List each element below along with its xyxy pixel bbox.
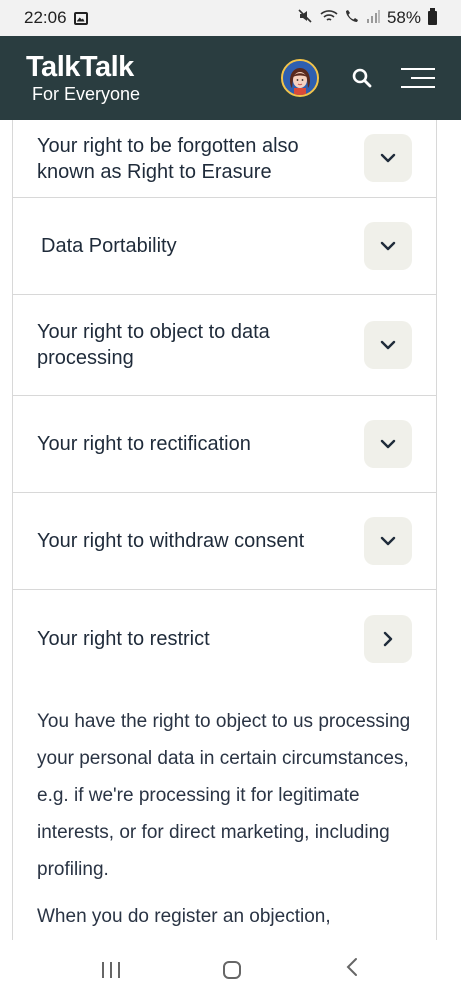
accordion-item-object-to-processing[interactable]: Your right to object to data processing [13, 295, 436, 396]
mute-icon [297, 8, 313, 28]
menu-line-icon [401, 86, 435, 88]
accordion-item-right-to-restrict[interactable]: Your right to restrict [13, 590, 436, 687]
recents-bar-icon [117, 961, 120, 978]
status-left: 22:06 [24, 8, 88, 28]
recents-bar-icon [101, 961, 104, 978]
chevron-down-icon [380, 439, 396, 449]
accordion-title: Your right to withdraw consent [37, 530, 305, 552]
chevron-down-icon [380, 340, 396, 350]
gallery-notification-icon [73, 11, 88, 25]
hamburger-menu-button[interactable] [401, 65, 435, 91]
accordion-title: Data Portability [41, 235, 177, 257]
menu-line-icon [401, 68, 435, 70]
recents-bar-icon [109, 961, 112, 978]
expand-button[interactable] [364, 614, 412, 663]
logo-wordmark: TalkTalk [26, 51, 134, 83]
accordion-title: Your right to restrict [37, 627, 210, 650]
expand-button[interactable] [364, 321, 412, 369]
body-paragraph: You have the right to object to us proce… [37, 711, 411, 880]
accordion-panel-right-to-restrict: You have the right to object to us proce… [13, 687, 436, 935]
accordion-title: Your right to rectification [37, 433, 251, 455]
chevron-right-icon [383, 631, 393, 646]
site-header: TalkTalk For Everyone [0, 36, 461, 120]
status-bar: 22:06 58% [0, 0, 461, 36]
avatar[interactable] [281, 59, 319, 97]
logo-tagline: For Everyone [32, 84, 141, 104]
accordion-title: Your right to object to data processing [37, 321, 270, 369]
search-icon [352, 68, 372, 88]
status-time: 22:06 [24, 8, 67, 27]
expand-button[interactable] [364, 222, 412, 270]
battery-percent: 58% [386, 8, 421, 27]
status-right: 58% [297, 8, 437, 28]
accordion-item-withdraw-consent[interactable]: Your right to withdraw consent [13, 493, 436, 590]
menu-line-icon [411, 77, 435, 79]
page-content: Your right to be forgotten also known as… [12, 120, 437, 940]
battery-icon [428, 8, 437, 25]
expand-button[interactable] [364, 133, 412, 182]
accordion-title: Your right to be forgotten also known as… [37, 134, 299, 183]
search-button[interactable] [349, 65, 375, 91]
back-button[interactable] [345, 957, 359, 982]
system-navigation-bar [0, 940, 461, 999]
accordion-item-data-portability[interactable]: Data Portability [13, 198, 436, 295]
back-chevron-icon [346, 958, 358, 976]
wifi-calling-icon [345, 9, 359, 27]
signal-icon [366, 9, 380, 27]
chevron-down-icon [380, 536, 396, 546]
expand-button[interactable] [364, 420, 412, 468]
chevron-down-icon [380, 153, 396, 162]
accordion-item-rectification[interactable]: Your right to rectification [13, 396, 436, 493]
talktalk-logo[interactable]: TalkTalk For Everyone [26, 51, 141, 104]
header-actions [281, 59, 435, 97]
recents-button[interactable] [101, 961, 120, 978]
expand-button[interactable] [364, 517, 412, 565]
home-button[interactable] [223, 960, 242, 979]
body-paragraph: When you do register an objection, [37, 906, 331, 927]
avatar-face-icon [283, 61, 317, 95]
accordion-item-right-to-erasure[interactable]: Your right to be forgotten also known as… [13, 120, 436, 198]
chevron-down-icon [380, 241, 396, 251]
wifi-icon [320, 9, 338, 27]
